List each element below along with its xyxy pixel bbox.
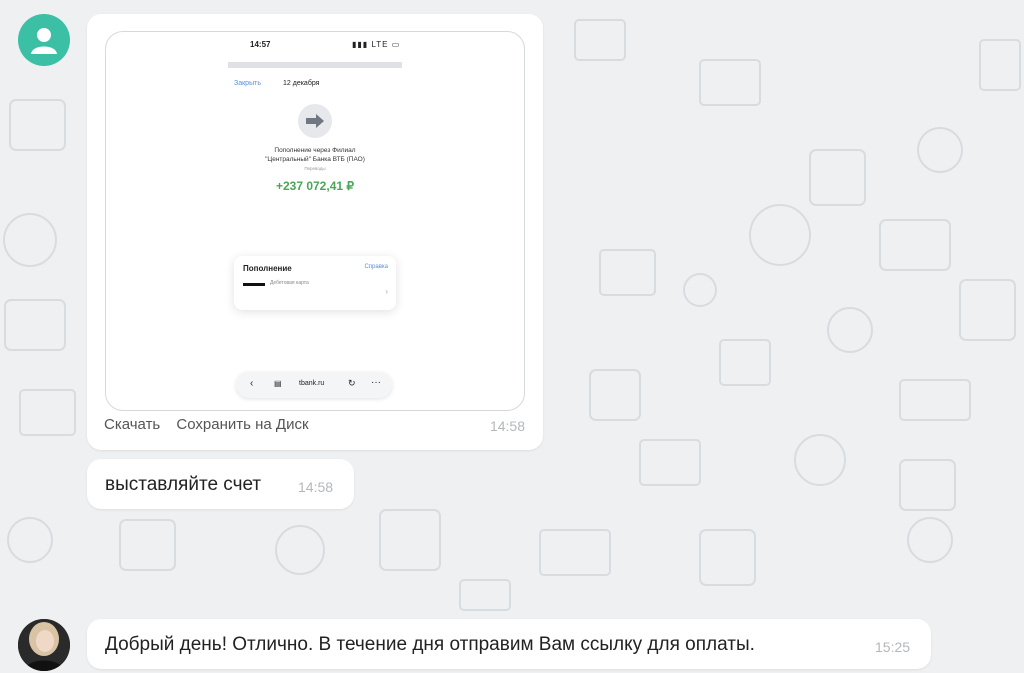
message-time: 14:58 bbox=[489, 418, 525, 434]
masked-account bbox=[243, 283, 265, 286]
message-time: 15:25 bbox=[875, 639, 911, 655]
browser-url[interactable]: tbank.ru bbox=[299, 380, 324, 387]
operation-date: 12 декабря bbox=[283, 80, 320, 87]
phone-status-icons: ▮▮▮ LTE ▭ bbox=[352, 40, 401, 49]
message-time: 14:58 bbox=[298, 479, 334, 495]
user-silhouette-icon bbox=[31, 28, 57, 54]
reply-avatar[interactable] bbox=[18, 619, 70, 671]
card-title: Пополнение bbox=[243, 264, 292, 273]
download-button[interactable]: Скачать bbox=[104, 416, 160, 433]
message-text: Добрый день! Отлично. В течение дня отпр… bbox=[105, 634, 755, 655]
arrow-right-icon bbox=[306, 114, 324, 128]
sender-avatar[interactable] bbox=[18, 14, 70, 66]
back-icon[interactable]: ‹ bbox=[250, 378, 253, 389]
browser-toolbar: ‹ ▤ tbank.ru ↻ ··· bbox=[236, 372, 392, 398]
operation-amount: +237 072,41 ₽ bbox=[275, 179, 355, 193]
user-photo-avatar bbox=[18, 619, 70, 671]
close-link[interactable]: Закрыть bbox=[234, 80, 261, 87]
operation-sheet: Закрыть 12 декабря Пополнение через Фили… bbox=[228, 62, 402, 316]
save-to-disk-button[interactable]: Сохранить на Диск bbox=[176, 416, 308, 433]
message-text: выставляйте счет bbox=[105, 474, 262, 495]
image-message: 14:57 ▮▮▮ LTE ▭ Закрыть 12 декабря Попол… bbox=[87, 14, 543, 450]
text-message: Добрый день! Отлично. В течение дня отпр… bbox=[87, 619, 931, 669]
attached-screenshot[interactable]: 14:57 ▮▮▮ LTE ▭ Закрыть 12 декабря Попол… bbox=[105, 31, 525, 411]
phone-time: 14:57 bbox=[250, 40, 271, 49]
account-type: Дебетовая карта bbox=[270, 280, 309, 286]
operation-category: Переводы bbox=[304, 166, 326, 171]
media-actions: Скачать Сохранить на Диск bbox=[104, 416, 321, 433]
operation-details-card: Пополнение Справка Дебетовая карта › bbox=[234, 256, 396, 310]
text-message: выставляйте счет 14:58 bbox=[87, 459, 354, 509]
transfer-icon bbox=[298, 104, 332, 138]
reload-icon[interactable]: ↻ bbox=[348, 378, 356, 389]
help-link[interactable]: Справка bbox=[364, 264, 388, 270]
operation-title: Пополнение через Филиал "Центральный" Ба… bbox=[265, 147, 365, 163]
bookmarks-icon[interactable]: ▤ bbox=[274, 379, 282, 388]
chevron-right-icon: › bbox=[385, 287, 388, 296]
more-icon[interactable]: ··· bbox=[371, 377, 381, 388]
